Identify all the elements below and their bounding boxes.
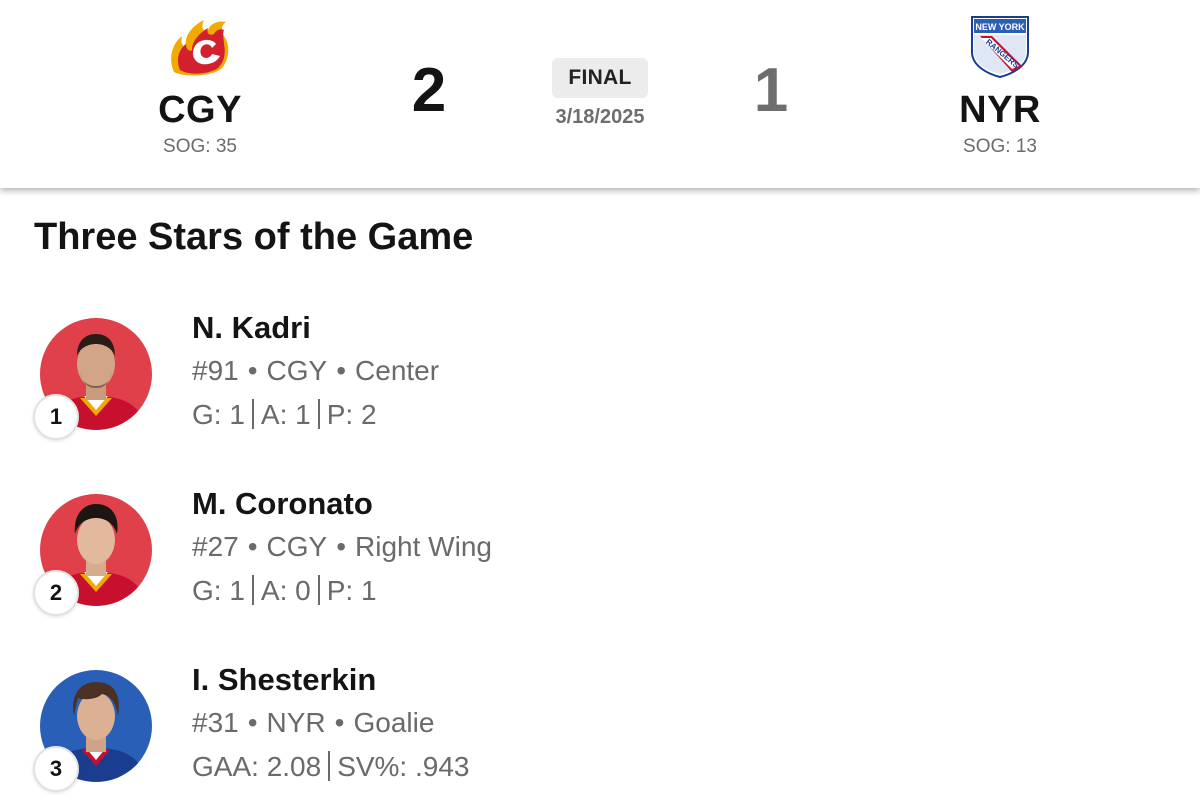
player-name[interactable]: N. Kadri [192, 308, 439, 348]
away-team-abbr: NYR [959, 89, 1041, 131]
player-number: #27 [192, 531, 239, 562]
flames-logo-icon [171, 20, 229, 76]
stat-divider [317, 399, 320, 429]
game-status: FINAL 3/18/2025 [500, 58, 700, 128]
player-position: Goalie [353, 707, 435, 738]
stat-assists: A: 0 [260, 575, 311, 606]
separator-dot: • [334, 707, 345, 738]
player-info: M. Coronato #27 • CGY • Right Wing G: 1 A: 0 P… [192, 484, 492, 608]
stat-save-pct: SV%: .943 [337, 751, 470, 782]
separator-dot: • [336, 355, 347, 386]
separator-dot: • [336, 531, 347, 562]
player-position: Right Wing [355, 531, 492, 562]
separator-dot: • [247, 355, 258, 386]
star-rank-badge: 3 [33, 746, 79, 792]
player-team: CGY [266, 355, 328, 386]
player-info: I. Shesterkin #31 • NYR • Goalie GAA: 2.08 SV… [192, 660, 470, 784]
stat-points: P: 1 [326, 575, 377, 606]
stat-goals: G: 1 [192, 399, 245, 430]
player-meta: #31 • NYR • Goalie [192, 706, 470, 740]
player-stats: GAA: 2.08 SV%: .943 [192, 750, 470, 784]
stat-assists: A: 1 [260, 399, 311, 430]
player-info: N. Kadri #91 • CGY • Center G: 1 A: 1 P: 2 [192, 308, 439, 432]
home-team-sog: SOG: 35 [163, 136, 237, 157]
star-rank-badge: 2 [33, 570, 79, 616]
final-badge: FINAL [552, 58, 648, 98]
away-team-sog: SOG: 13 [963, 136, 1037, 157]
player-name[interactable]: I. Shesterkin [192, 660, 470, 700]
section-title: Three Stars of the Game [34, 216, 474, 258]
stat-gaa: GAA: 2.08 [192, 751, 322, 782]
svg-text:NEW YORK: NEW YORK [975, 22, 1025, 32]
player-name[interactable]: M. Coronato [192, 484, 492, 524]
player-meta: #27 • CGY • Right Wing [192, 530, 492, 564]
away-score: 1 [753, 56, 789, 125]
star-row-3[interactable]: 3 I. Shesterkin #31 • NYR • Goalie GAA: 2.08… [0, 660, 1200, 808]
stat-points: P: 2 [326, 399, 377, 430]
player-team: CGY [266, 531, 328, 562]
star-row-1[interactable]: 1 N. Kadri #91 • CGY • Center G: 1 A: 1 P: 2 [0, 308, 1200, 458]
home-score: 2 [411, 56, 447, 125]
stat-goals: G: 1 [192, 575, 245, 606]
player-team: NYR [266, 707, 326, 738]
stat-divider [251, 399, 254, 429]
stat-divider [317, 575, 320, 605]
home-team[interactable]: CGY SOG: 35 [100, 14, 300, 158]
player-number: #31 [192, 707, 239, 738]
separator-dot: • [247, 531, 258, 562]
player-number: #91 [192, 355, 239, 386]
separator-dot: • [247, 707, 258, 738]
stat-divider [251, 575, 254, 605]
rangers-logo-icon: NEW YORK RANGERS [971, 16, 1029, 78]
player-meta: #91 • CGY • Center [192, 354, 439, 388]
stat-divider [328, 751, 331, 781]
home-team-abbr: CGY [158, 89, 242, 131]
scoreboard-header: CGY SOG: 35 2 FINAL 3/18/2025 1 NEW YORK… [0, 0, 1200, 188]
star-rank-badge: 1 [33, 394, 79, 440]
away-team[interactable]: NEW YORK RANGERS NYR SOG: 13 [900, 14, 1100, 158]
player-stats: G: 1 A: 1 P: 2 [192, 398, 439, 432]
game-date: 3/18/2025 [555, 106, 645, 128]
player-position: Center [355, 355, 440, 386]
star-row-2[interactable]: 2 M. Coronato #27 • CGY • Right Wing G: 1 A: … [0, 484, 1200, 634]
player-stats: G: 1 A: 0 P: 1 [192, 574, 492, 608]
